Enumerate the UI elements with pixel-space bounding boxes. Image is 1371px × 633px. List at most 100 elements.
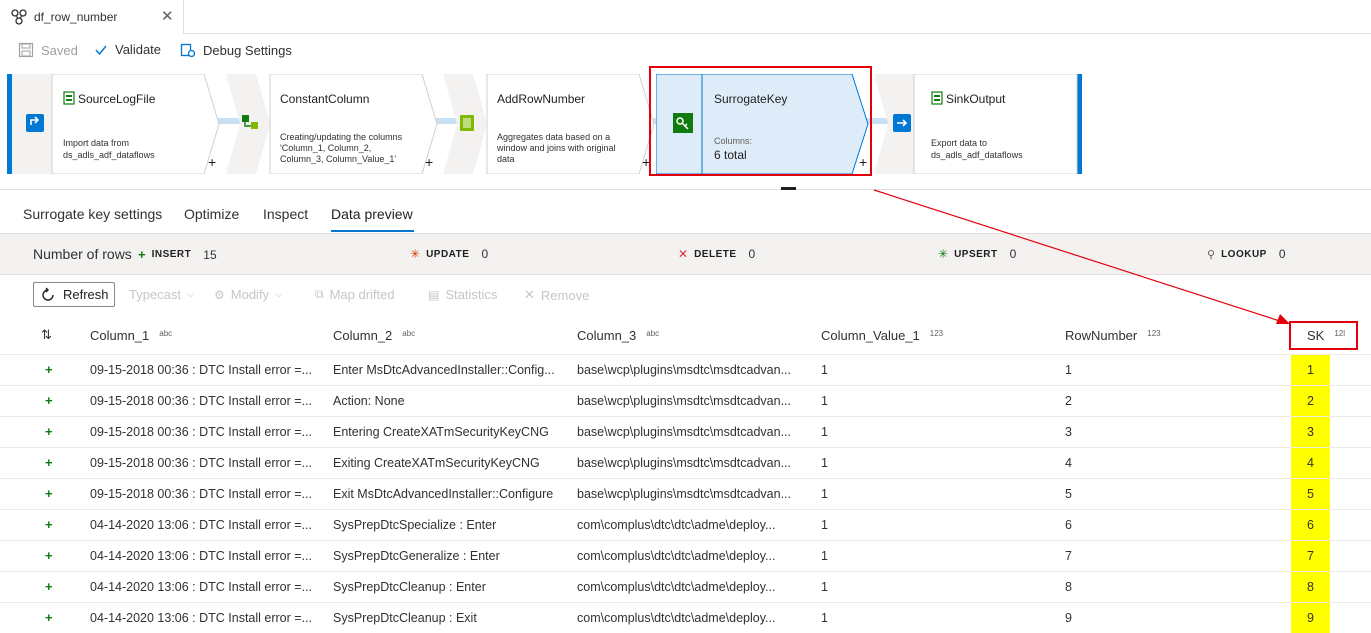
- statistics-button[interactable]: ▤ Statistics: [428, 287, 497, 302]
- table-cell: com\complus\dtc\dtc\adme\deploy...: [577, 518, 776, 532]
- stat-name: DELETE: [694, 248, 737, 260]
- node-sourcelogfile[interactable]: SourceLogFile Import data from ds_adls_a…: [12, 74, 220, 174]
- table-row[interactable]: +09-15-2018 00:36 : DTC Install error =.…: [0, 417, 1371, 448]
- table-cell-sk: 8: [1307, 580, 1314, 594]
- update-icon: ✳: [410, 247, 421, 261]
- table-cell: 9: [1065, 611, 1072, 625]
- table-cell: SysPrepDtcSpecialize : Enter: [333, 518, 497, 532]
- node-addrownumber[interactable]: AddRowNumber Aggregates data based on a …: [443, 74, 655, 174]
- node-title: SinkOutput: [946, 92, 1006, 106]
- node-desc-line: 'Column_1, Column_2,: [280, 143, 372, 153]
- column-header[interactable]: Column_Value_1 123: [821, 328, 943, 343]
- tab-df-row-number[interactable]: df_row_number ✕: [0, 0, 184, 34]
- table-cell: 2: [1065, 394, 1072, 408]
- toolbar: Saved Validate Debug Settings: [0, 36, 1371, 66]
- add-transform-button[interactable]: +: [425, 154, 433, 170]
- debug-settings-label: Debug Settings: [203, 42, 292, 58]
- insert-row-icon: +: [45, 579, 53, 594]
- node-constantcolumn[interactable]: ConstantColumn Creating/updating the col…: [226, 74, 438, 174]
- table-row[interactable]: +09-15-2018 00:36 : DTC Install error =.…: [0, 448, 1371, 479]
- modify-button[interactable]: ⚙ Modify ⌵: [214, 287, 283, 302]
- table-cell-sk: 7: [1307, 549, 1314, 563]
- remove-button[interactable]: ✕ Remove: [524, 287, 589, 303]
- debug-settings-button[interactable]: Debug Settings: [180, 42, 292, 58]
- chevron-down-icon: ⌵: [187, 289, 195, 300]
- table-row[interactable]: +04-14-2020 13:06 : DTC Install error =.…: [0, 572, 1371, 603]
- insert-row-icon: +: [45, 548, 53, 563]
- table-cell: 7: [1065, 549, 1072, 563]
- table-row[interactable]: +04-14-2020 13:06 : DTC Install error =.…: [0, 603, 1371, 633]
- column-type: abc: [159, 329, 173, 338]
- insert-row-icon: +: [45, 486, 53, 501]
- typecast-label: Typecast: [129, 287, 182, 302]
- dataset-icon: [63, 91, 75, 105]
- tab-optimize[interactable]: Optimize: [184, 206, 239, 222]
- column-header[interactable]: Column_1 abc: [90, 328, 172, 343]
- table-cell: 1: [821, 394, 828, 408]
- column-type: abc: [646, 329, 660, 338]
- active-tab-indicator: [331, 230, 414, 232]
- column-type: 123: [929, 329, 944, 338]
- column-header[interactable]: Column_3 abc: [577, 328, 659, 343]
- window-icon: [460, 115, 474, 131]
- sink-icon: [893, 114, 911, 132]
- node-title: SourceLogFile: [78, 92, 156, 106]
- table-cell: 6: [1065, 518, 1072, 532]
- tab-surrogate-key-settings[interactable]: Surrogate key settings: [23, 206, 162, 222]
- saved-button[interactable]: Saved: [18, 42, 78, 58]
- column-header[interactable]: Column_2 abc: [333, 328, 415, 343]
- insert-row-icon: +: [45, 362, 53, 377]
- table-row[interactable]: +09-15-2018 00:36 : DTC Install error =.…: [0, 355, 1371, 386]
- table-cell-sk: 3: [1307, 425, 1314, 439]
- table-cell-sk: 4: [1307, 456, 1314, 470]
- node-desc-line: Creating/updating the columns: [280, 132, 403, 142]
- debug-settings-icon: [180, 43, 196, 58]
- table-cell: Enter MsDtcAdvancedInstaller::Config...: [333, 363, 555, 377]
- refresh-icon: [42, 287, 54, 301]
- column-header[interactable]: RowNumber 123: [1065, 328, 1161, 343]
- insert-row-icon: +: [45, 393, 53, 408]
- remove-label: Remove: [540, 287, 590, 303]
- close-icon[interactable]: ✕: [161, 7, 174, 25]
- table-cell: com\complus\dtc\dtc\adme\deploy...: [577, 549, 776, 563]
- tab-data-preview[interactable]: Data preview: [331, 206, 413, 222]
- table-cell: 5: [1065, 487, 1072, 501]
- validate-button[interactable]: Validate: [94, 42, 161, 57]
- table-cell: Action: None: [333, 394, 405, 408]
- stat-value: 0: [748, 247, 756, 261]
- add-transform-button[interactable]: +: [208, 154, 216, 170]
- stat-name: LOOKUP: [1221, 248, 1267, 260]
- stat-value: 0: [1009, 247, 1017, 261]
- stat-update: ✳ UPDATE 0: [410, 247, 488, 261]
- sort-icon[interactable]: ⇅: [41, 327, 52, 343]
- refresh-button[interactable]: Refresh: [33, 282, 115, 307]
- node-sinkoutput[interactable]: SinkOutput Export data to ds_adls_adf_da…: [874, 74, 1078, 174]
- node-desc-line: Export data to: [931, 138, 988, 148]
- map-drifted-label: Map drifted: [329, 287, 395, 302]
- grid-header: ⇅ Column_1 abc Column_2 abc Column_3 abc Co…: [0, 318, 1371, 355]
- insert-row-icon: +: [45, 424, 53, 439]
- derived-column-icon: [242, 115, 258, 129]
- table-row[interactable]: +09-15-2018 00:36 : DTC Install error =.…: [0, 386, 1371, 417]
- resize-handle[interactable]: [781, 187, 796, 190]
- column-type: 123: [1147, 329, 1161, 338]
- document-tab-bar: df_row_number ✕: [0, 0, 1371, 34]
- node-desc-line: ds_adls_adf_dataflows: [63, 150, 155, 160]
- stat-name: UPDATE: [426, 248, 470, 260]
- modify-label: Modify: [230, 287, 270, 302]
- node-title: AddRowNumber: [497, 92, 586, 106]
- table-row[interactable]: +04-14-2020 13:06 : DTC Install error =.…: [0, 541, 1371, 572]
- table-cell: 09-15-2018 00:36 : DTC Install error =..…: [90, 487, 312, 501]
- remove-icon: ✕: [524, 287, 535, 302]
- delete-icon: ✕: [678, 247, 689, 261]
- table-row[interactable]: +09-15-2018 00:36 : DTC Install error =.…: [0, 479, 1371, 510]
- number-of-rows-label: Number of rows: [33, 246, 132, 262]
- map-drifted-button[interactable]: ⧉ Map drifted: [315, 287, 395, 302]
- typecast-button[interactable]: Typecast ⌵: [129, 287, 195, 302]
- tab-inspect[interactable]: Inspect: [263, 206, 308, 222]
- row-stats-bar: Number of rows + INSERT 15 ✳ UPDATE 0 ✕ …: [0, 233, 1371, 275]
- table-cell: base\wcp\plugins\msdtc\msdtcadvan...: [577, 425, 791, 439]
- insert-row-icon: +: [45, 610, 53, 625]
- node-desc-line: Aggregates data based on a: [497, 132, 611, 142]
- table-row[interactable]: +04-14-2020 13:06 : DTC Install error =.…: [0, 510, 1371, 541]
